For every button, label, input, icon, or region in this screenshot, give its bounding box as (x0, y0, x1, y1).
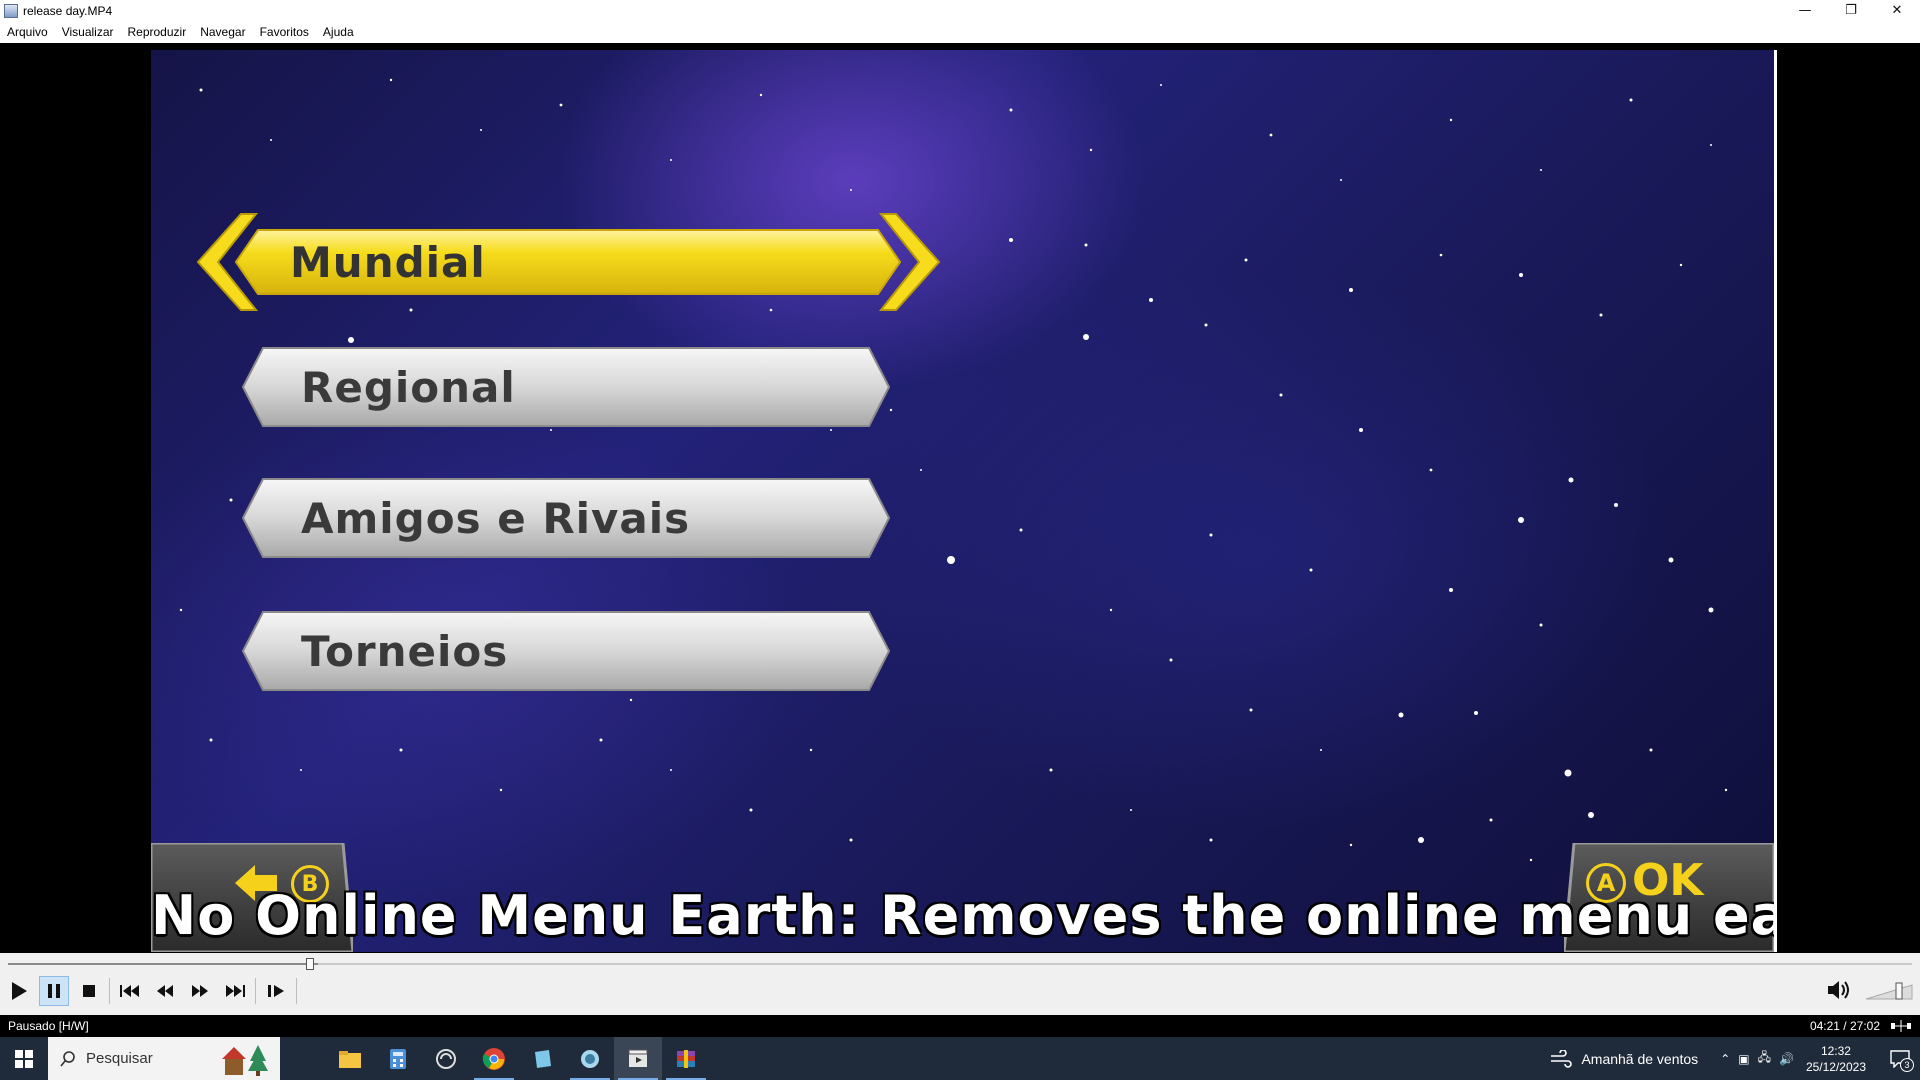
stop-icon (83, 985, 95, 997)
frame-step-icon (268, 985, 284, 997)
transport-controls (4, 975, 302, 1007)
taskbar-winrar[interactable] (662, 1037, 710, 1080)
menu-option-amigos-e-rivais[interactable]: Amigos e Rivais (241, 477, 891, 559)
taskbar-media-player[interactable] (614, 1037, 662, 1080)
start-button[interactable] (0, 1037, 48, 1080)
mute-button[interactable] (1824, 975, 1854, 1005)
taskbar-clock[interactable]: 12:32 25/12/2023 (1806, 1043, 1866, 1075)
skip-back-button[interactable] (115, 976, 145, 1006)
seek-progress (8, 963, 319, 965)
rewind-icon (157, 985, 173, 997)
fast-forward-button[interactable] (185, 976, 215, 1006)
menu-visualizar[interactable]: Visualizar (57, 25, 119, 39)
menu-navegar[interactable]: Navegar (195, 25, 250, 39)
menu-option-label: Mundial (290, 237, 486, 287)
skip-forward-button[interactable] (220, 976, 250, 1006)
taskbar-apps (326, 1037, 710, 1080)
media-player-icon (628, 1049, 648, 1067)
separator (255, 978, 256, 1004)
weather-text: Amanhã de ventos (1581, 1050, 1699, 1067)
taskbar-notes[interactable] (518, 1037, 566, 1080)
holiday-decoration-icon (222, 1045, 268, 1076)
frame-step-button[interactable] (261, 976, 291, 1006)
calculator-icon (390, 1048, 406, 1069)
title-bar: release day.MP4 — ❐ ✕ (0, 0, 1920, 21)
pause-icon (48, 984, 60, 998)
menu-ajuda[interactable]: Ajuda (318, 25, 359, 39)
seek-bar[interactable] (8, 963, 1912, 965)
minimize-button[interactable]: — (1782, 0, 1828, 21)
menu-option-label: Regional (301, 362, 516, 412)
clock-time: 12:32 (1820, 1043, 1851, 1058)
menu-reproduzir[interactable]: Reproduzir (123, 25, 192, 39)
system-tray: Amanhã de ventos ⌃ ▣ 🖧 🔊 12:32 25/12/202… (1549, 1037, 1920, 1080)
volume-slider[interactable] (1866, 981, 1914, 1001)
connection-icon (1891, 1020, 1911, 1032)
app-icon (581, 1049, 599, 1068)
taskbar-file-explorer[interactable] (326, 1037, 374, 1080)
file-explorer-icon (339, 1050, 361, 1068)
menu-option-label: Torneios (301, 626, 509, 676)
menu-option-mundial[interactable]: Mundial (196, 212, 941, 312)
menu-arquivo[interactable]: Arquivo (2, 25, 53, 39)
time-readout: 04:21 / 27:02 (1809, 1019, 1880, 1033)
window-title: release day.MP4 (23, 3, 113, 18)
chrome-icon (482, 1047, 505, 1070)
notification-count: 3 (1900, 1058, 1914, 1072)
chevron-up-icon[interactable]: ⌃ (1720, 1052, 1730, 1066)
tray-icons: ⌃ ▣ 🖧 🔊 (1720, 1048, 1794, 1069)
close-button[interactable]: ✕ (1874, 0, 1920, 21)
clock-date: 25/12/2023 (1805, 1059, 1866, 1074)
search-icon (60, 1050, 75, 1066)
subtitle-caption: No Online Menu Earth: Removes the online… (151, 884, 1774, 947)
separator (109, 978, 110, 1004)
video-frame[interactable]: Mundial Regional Amigos e Rivais Torneio… (151, 50, 1774, 952)
notes-icon (535, 1049, 551, 1068)
speaker-icon[interactable]: 🔊 (1779, 1052, 1794, 1066)
meet-now-icon[interactable]: ▣ (1738, 1052, 1749, 1066)
menu-option-torneios[interactable]: Torneios (241, 610, 891, 692)
taskbar-app[interactable] (566, 1037, 614, 1080)
skip-forward-icon (226, 985, 245, 997)
rewind-button[interactable] (150, 976, 180, 1006)
playback-status: Pausado [H/W] (8, 1019, 89, 1033)
menu-option-label: Amigos e Rivais (301, 493, 691, 543)
player-controls (0, 953, 1920, 1015)
taskbar-search[interactable]: Pesquisar (48, 1037, 280, 1080)
weather-widget[interactable]: Amanhã de ventos (1549, 1049, 1699, 1068)
fast-forward-icon (192, 985, 208, 997)
taskbar-calculator[interactable] (374, 1037, 422, 1080)
menu-favoritos[interactable]: Favoritos (255, 25, 314, 39)
notification-center-button[interactable]: 3 (1880, 1037, 1920, 1080)
restore-button[interactable]: ❐ (1828, 0, 1874, 21)
menu-bar: Arquivo Visualizar Reproduzir Navegar Fa… (0, 21, 1920, 43)
pause-button[interactable] (39, 976, 69, 1006)
video-area[interactable]: Mundial Regional Amigos e Rivais Torneio… (0, 43, 1920, 953)
status-bar: Pausado [H/W] 04:21 / 27:02 (0, 1015, 1920, 1037)
play-icon (12, 982, 27, 1000)
menu-option-regional[interactable]: Regional (241, 346, 891, 428)
skip-back-icon (120, 985, 139, 997)
winrar-icon (677, 1049, 695, 1068)
play-button[interactable] (4, 976, 34, 1006)
network-icon[interactable]: 🖧 (1758, 1048, 1771, 1069)
volume-icon (1828, 981, 1849, 999)
video-right-edge (1774, 50, 1777, 952)
taskbar-chrome[interactable] (470, 1037, 518, 1080)
app-logo-icon (4, 3, 18, 18)
taskbar-sync-app[interactable] (422, 1037, 470, 1080)
windows-logo-icon (15, 1049, 33, 1068)
search-placeholder: Pesquisar (86, 1050, 153, 1067)
separator (296, 978, 297, 1004)
wind-icon (1551, 1049, 1573, 1068)
window-controls: — ❐ ✕ (1782, 0, 1920, 21)
taskbar: Pesquisar Amanhã de ventos ⌃ ▣ 🖧 🔊 12:32… (0, 1037, 1920, 1080)
stop-button[interactable] (74, 976, 104, 1006)
seek-thumb[interactable] (306, 958, 314, 970)
sync-icon (436, 1048, 456, 1069)
